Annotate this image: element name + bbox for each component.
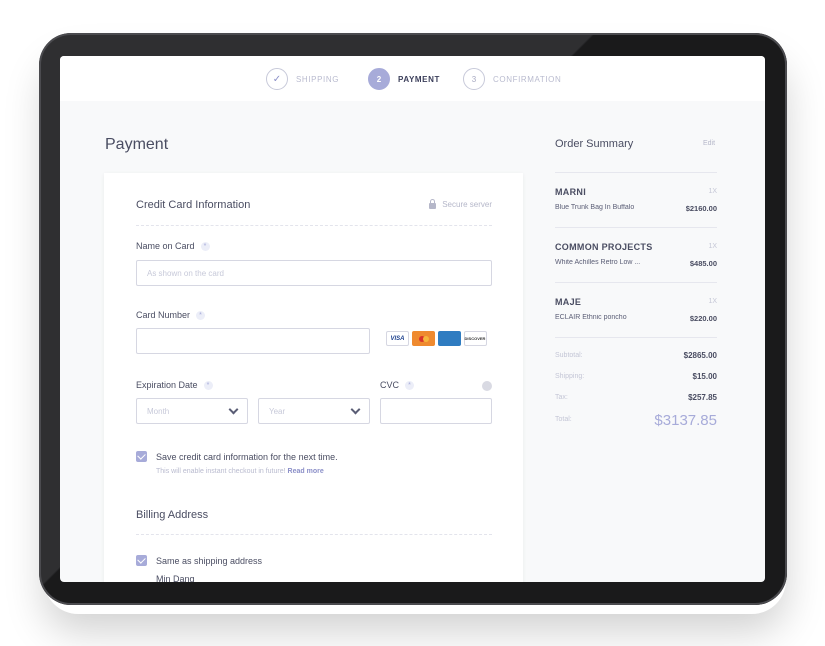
discover-text: DISCOVER <box>464 336 486 341</box>
card-number-label-text: Card Number <box>136 310 191 320</box>
card-section-title: Credit Card Information <box>136 199 251 211</box>
summary-divider <box>555 282 717 283</box>
subtotal-value: $2865.00 <box>683 351 717 360</box>
step-label-shipping: SHIPPING <box>296 74 340 84</box>
name-on-card-input[interactable]: As shown on the card <box>136 260 492 286</box>
visa-icon: VISA <box>386 331 409 346</box>
card-number-label: Card Number * <box>136 310 206 320</box>
item-price: $220.00 <box>689 314 717 323</box>
read-more-link[interactable]: Read more <box>288 468 324 475</box>
item-name: Blue Trunk Bag In Buffalo <box>555 204 635 211</box>
item-qty: 1X <box>708 243 717 250</box>
item-qty: 1X <box>708 298 717 305</box>
chevron-down-icon <box>228 404 239 414</box>
edit-order-link[interactable]: Edit <box>703 140 715 147</box>
save-card-hint: This will enable instant checkout in fut… <box>156 468 324 475</box>
chevron-down-icon <box>350 404 361 414</box>
step-number-payment: 2 <box>368 68 390 90</box>
step-number-confirmation: 3 <box>463 68 485 90</box>
check-icon: ✓ <box>266 68 288 90</box>
item-qty: 1X <box>708 188 717 195</box>
required-icon: * <box>196 310 206 320</box>
item-name: White Achilles Retro Low ... <box>555 259 641 266</box>
cvc-label: CVC * <box>380 380 415 390</box>
item-brand: MARNI <box>555 187 586 197</box>
expiration-date-label-text: Expiration Date <box>136 380 198 390</box>
step-payment[interactable]: 2 PAYMENT <box>368 67 440 91</box>
section-divider <box>136 225 492 226</box>
payment-panel: Credit Card Information Secure server Na… <box>104 173 523 582</box>
mastercard-icon <box>412 331 435 346</box>
month-placeholder: Month <box>147 406 170 416</box>
save-card-label: Save credit card information for the nex… <box>156 452 338 462</box>
step-label-confirmation: CONFIRMATION <box>493 74 562 84</box>
name-on-card-placeholder: As shown on the card <box>147 268 224 278</box>
same-as-shipping-checkbox[interactable] <box>136 555 147 566</box>
page-title: Payment <box>105 136 169 153</box>
total-value: $3137.85 <box>654 412 717 429</box>
cvc-input[interactable] <box>380 398 492 424</box>
card-number-input[interactable] <box>136 328 370 354</box>
lock-icon <box>429 198 437 209</box>
step-label-payment: PAYMENT <box>398 74 440 84</box>
item-brand: COMMON PROJECTS <box>555 242 653 252</box>
item-brand: MAJE <box>555 297 582 307</box>
same-as-shipping-label: Same as shipping address <box>156 556 263 566</box>
cvc-label-text: CVC <box>380 380 400 390</box>
secure-server-label: Secure server <box>442 200 492 209</box>
year-placeholder: Year <box>269 406 286 416</box>
tax-label: Tax: <box>555 394 568 401</box>
section-divider <box>136 534 492 535</box>
year-select[interactable]: Year <box>258 398 370 424</box>
discover-icon: DISCOVER <box>464 331 487 346</box>
step-confirmation[interactable]: 3 CONFIRMATION <box>463 67 561 91</box>
required-icon: * <box>203 380 213 390</box>
month-select[interactable]: Month <box>136 398 248 424</box>
amex-icon <box>438 331 461 346</box>
expiration-date-label: Expiration Date * <box>136 380 213 390</box>
name-on-card-label-text: Name on Card <box>136 241 195 251</box>
subtotal-label: Subtotal: <box>555 352 583 359</box>
total-label: Total: <box>555 416 572 423</box>
order-summary-title: Order Summary <box>555 138 634 150</box>
shipping-label: Shipping: <box>555 373 585 380</box>
name-on-card-label: Name on Card * <box>136 241 210 251</box>
billing-name: Min Dang <box>156 574 195 582</box>
info-icon[interactable] <box>482 381 492 391</box>
shipping-value: $15.00 <box>692 372 717 381</box>
required-icon: * <box>405 380 415 390</box>
card-brand-logos: VISA DISCOVER <box>386 331 487 346</box>
billing-section-title: Billing Address <box>136 509 209 521</box>
item-price: $485.00 <box>689 259 717 268</box>
summary-divider <box>555 337 717 338</box>
required-icon: * <box>200 241 210 251</box>
checkout-screen: ✓ SHIPPING 2 PAYMENT 3 CONFIRMATION Paym… <box>60 56 765 582</box>
secure-server-badge: Secure server <box>429 198 492 209</box>
save-card-checkbox[interactable] <box>136 451 147 462</box>
save-card-hint-text: This will enable instant checkout in fut… <box>156 468 286 475</box>
item-name: ECLAIR Ethnic poncho <box>555 314 627 321</box>
summary-divider <box>555 227 717 228</box>
summary-divider <box>555 172 717 173</box>
tax-value: $257.85 <box>688 393 717 402</box>
checkout-stepper: ✓ SHIPPING 2 PAYMENT 3 CONFIRMATION <box>60 56 765 101</box>
item-price: $2160.00 <box>685 204 717 213</box>
step-shipping[interactable]: ✓ SHIPPING <box>266 67 339 91</box>
